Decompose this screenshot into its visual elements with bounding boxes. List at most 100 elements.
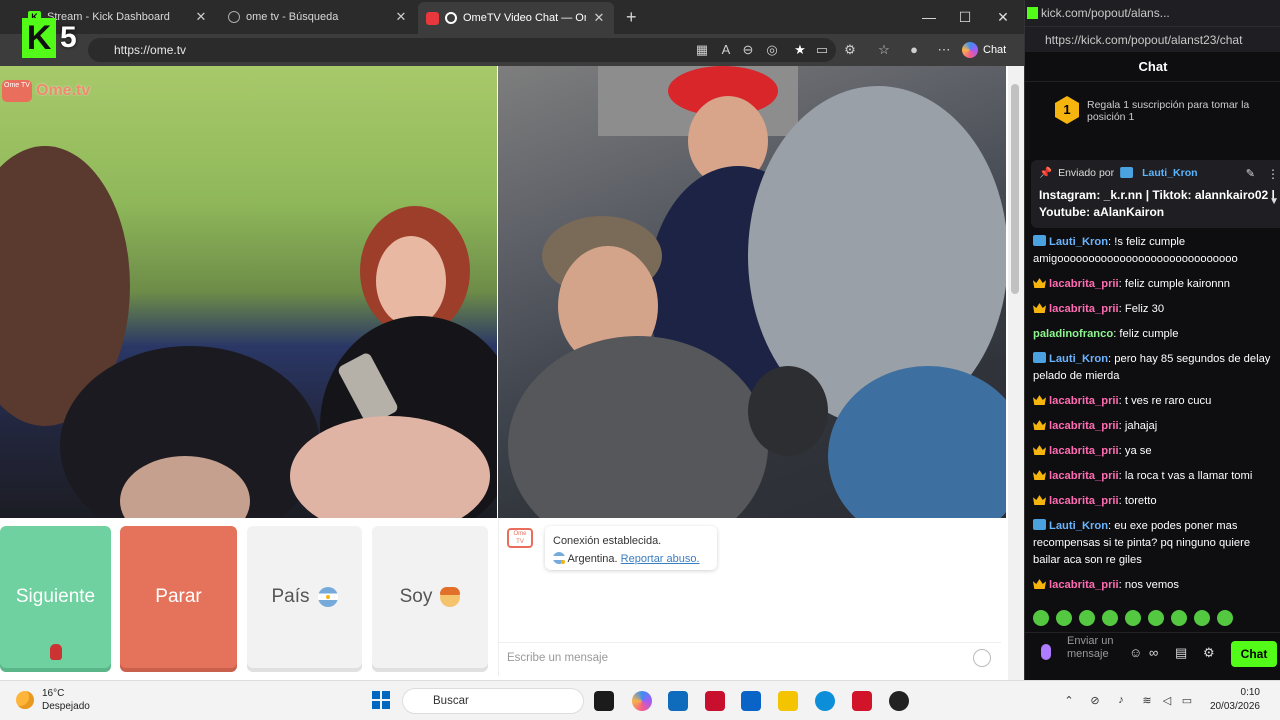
chat-username[interactable]: lacabrita_prii xyxy=(1049,420,1119,432)
tab-close-icon[interactable]: ✕ xyxy=(592,10,606,26)
pinned-user[interactable]: Lauti_Kron xyxy=(1142,167,1197,179)
country-button[interactable]: País xyxy=(247,526,362,668)
favorites-icon[interactable]: ☆ xyxy=(876,42,892,58)
camera-icon[interactable]: ▭ xyxy=(814,42,830,58)
emote-icon[interactable] xyxy=(1171,610,1187,626)
chat-username[interactable]: Lauti_Kron xyxy=(1049,236,1108,248)
emote-icon[interactable] xyxy=(1217,610,1233,626)
next-button-label: Siguiente xyxy=(15,586,96,607)
tray-app-icon[interactable]: ⊘ xyxy=(1088,694,1102,708)
microphone-tray-icon[interactable]: ♪ xyxy=(1114,694,1128,708)
kick-favicon-icon xyxy=(1027,7,1038,19)
chevron-down-icon[interactable]: ▼ xyxy=(1269,196,1279,207)
mcafee-icon[interactable] xyxy=(705,691,725,711)
chat-username[interactable]: lacabrita_prii xyxy=(1049,278,1119,290)
ometv-logo-text: Ome.tv xyxy=(36,82,91,99)
my-camera-video xyxy=(498,66,1006,518)
weather-moon-icon xyxy=(16,691,34,709)
chat-username[interactable]: lacabrita_prii xyxy=(1049,445,1119,457)
chat-username[interactable]: paladinofranco xyxy=(1033,328,1113,340)
chat-username[interactable]: Lauti_Kron xyxy=(1049,353,1108,365)
outlook-icon[interactable] xyxy=(741,691,761,711)
unpin-icon[interactable]: ✎ xyxy=(1246,167,1255,180)
translate-icon[interactable]: A xyxy=(718,42,734,58)
emote-icon[interactable] xyxy=(1148,610,1164,626)
start-button[interactable] xyxy=(372,691,390,709)
chat-text: t ves re raro cucu xyxy=(1124,395,1212,407)
l-app-icon[interactable] xyxy=(852,691,872,711)
chat-username[interactable]: Lauti_Kron xyxy=(1049,520,1108,532)
scrollbar-thumb[interactable] xyxy=(1011,84,1019,294)
pinned-message[interactable]: 📌 Enviado por Lauti_Kron Instagram: _k.r… xyxy=(1031,160,1280,228)
chat-username[interactable]: lacabrita_prii xyxy=(1049,470,1119,482)
battery-icon[interactable]: ▭ xyxy=(1180,694,1194,708)
emote-icon[interactable] xyxy=(1194,610,1210,626)
file-explorer-icon[interactable] xyxy=(778,691,798,711)
kick-url-bar[interactable]: https://kick.com/popout/alanst23/chat xyxy=(1025,26,1280,52)
settings-gear-icon[interactable]: ⚙ xyxy=(1203,645,1215,661)
close-window-button[interactable]: ✕ xyxy=(984,0,1022,34)
kick-send-chat-button[interactable]: Chat xyxy=(1231,641,1277,667)
extensions-icon[interactable]: ⚙ xyxy=(842,42,858,58)
store-icon[interactable]: ▤ xyxy=(1175,645,1187,661)
chat-username[interactable]: lacabrita_prii xyxy=(1049,395,1119,407)
emoji-picker-icon[interactable] xyxy=(973,649,991,667)
zoom-icon[interactable]: ⊖ xyxy=(740,42,756,58)
chat-message: Lauti_Kron: pero hay 85 segundos de dela… xyxy=(1033,351,1277,385)
edge-icon[interactable] xyxy=(815,691,835,711)
emoji-icon[interactable]: ☺ xyxy=(1129,645,1142,660)
chat-username[interactable]: lacabrita_prii xyxy=(1049,579,1119,591)
store-app-icon[interactable] xyxy=(668,691,688,711)
emote-icon[interactable] xyxy=(1033,610,1049,626)
stop-button[interactable]: Parar xyxy=(120,526,237,668)
pinned-menu-icon[interactable]: ⋮ xyxy=(1267,167,1279,181)
maximize-button[interactable]: ☐ xyxy=(946,0,984,34)
tab-search[interactable]: ome tv - Búsqueda ✕ xyxy=(220,4,416,30)
wifi-icon[interactable]: ≋ xyxy=(1140,694,1154,708)
emote-icon[interactable] xyxy=(1125,610,1141,626)
new-tab-button[interactable]: + xyxy=(618,4,644,30)
obs-icon[interactable] xyxy=(889,691,909,711)
gift-sub-banner[interactable]: 1 Regala 1 suscripción para tomar la pos… xyxy=(1055,96,1265,124)
tab-close-icon[interactable]: ✕ xyxy=(194,9,208,25)
crown-badge-icon xyxy=(1033,395,1046,405)
task-view-icon[interactable] xyxy=(594,691,614,711)
menu-dots-icon[interactable]: ⋯ xyxy=(936,42,952,58)
clock[interactable]: 0:10 20/03/2026 xyxy=(1210,686,1260,714)
tab-close-icon[interactable]: ✕ xyxy=(394,9,408,25)
copilot-chat-button[interactable]: Chat xyxy=(962,39,1006,61)
profile-icon[interactable]: ● xyxy=(906,42,922,58)
minimize-button[interactable]: — xyxy=(910,0,948,34)
tray-chevron-icon[interactable]: ⌃ xyxy=(1062,694,1076,708)
chat-username[interactable]: lacabrita_prii xyxy=(1049,303,1119,315)
infinity-icon[interactable]: ∞ xyxy=(1149,645,1158,660)
person-face xyxy=(376,236,446,326)
volume-icon[interactable]: ◁ xyxy=(1160,694,1174,708)
report-abuse-link[interactable]: Reportar abuso. xyxy=(621,553,700,565)
emote-icon[interactable] xyxy=(1079,610,1095,626)
chat-message: lacabrita_prii: t ves re raro cucu xyxy=(1033,393,1277,410)
more-tools-icon[interactable]: ◎ xyxy=(764,42,780,58)
tab-title: OmeTV Video Chat — Omegl xyxy=(463,12,586,24)
taskbar-search[interactable]: Buscar xyxy=(402,688,584,714)
emote-icon[interactable] xyxy=(1102,610,1118,626)
favorite-star-icon[interactable]: ★ xyxy=(792,42,808,58)
apps-icon[interactable]: ▦ xyxy=(694,42,710,58)
tab-ometv[interactable]: OmeTV Video Chat — Omegl ✕ xyxy=(418,2,614,34)
weather-widget[interactable]: 16°C Despejado xyxy=(16,687,90,713)
message-input[interactable]: Escribe un mensaje xyxy=(499,642,1001,672)
crown-badge-icon xyxy=(1033,420,1046,430)
clock-date: 20/03/2026 xyxy=(1209,701,1260,712)
pinned-sent-by: Enviado por xyxy=(1058,166,1115,179)
sub-badge-icon xyxy=(1033,519,1046,530)
audio-indicator-icon xyxy=(445,12,457,24)
gender-button[interactable]: Soy xyxy=(372,526,488,668)
emote-icon[interactable] xyxy=(1056,610,1072,626)
microphone-icon[interactable] xyxy=(1041,644,1051,660)
kick-chat-window: kick.com/popout/alans... https://kick.co… xyxy=(1024,0,1280,680)
chat-text: Feliz 30 xyxy=(1124,303,1165,315)
chat-username[interactable]: lacabrita_prii xyxy=(1049,495,1119,507)
send-message-input[interactable]: Enviar un mensaje xyxy=(1067,635,1127,661)
copilot-app-icon[interactable] xyxy=(632,691,652,711)
chat-message: lacabrita_prii: toretto xyxy=(1033,493,1277,510)
